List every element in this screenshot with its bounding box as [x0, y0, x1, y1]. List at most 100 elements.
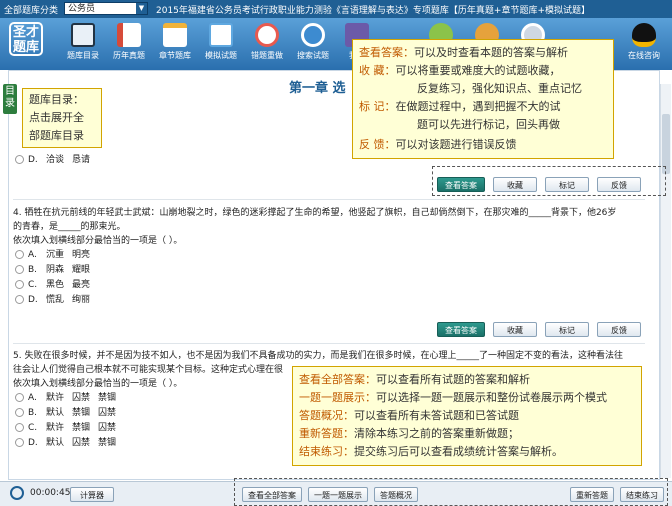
toolbar-consult-label: 在线咨询	[628, 51, 660, 60]
toolbar-search-button[interactable]: 搜索试题	[290, 21, 336, 67]
toolbar-past-exams-button[interactable]: 历年真题	[106, 21, 152, 67]
option-word: 囚禁	[98, 423, 117, 433]
toolbar-wrong-redo-label: 错题重做	[251, 51, 283, 60]
timer-text: 00:00:45	[30, 488, 71, 498]
option-word: 洽谈	[46, 155, 65, 165]
option-word: 默许	[46, 393, 65, 403]
option-d[interactable]: D. 慌乱 绚丽	[13, 293, 645, 308]
toolbar-catalog-button[interactable]: 题库目录	[60, 21, 106, 67]
option-word: 囚禁	[72, 438, 91, 448]
question-actions: 查看答案 收藏 标记 反馈	[437, 322, 641, 338]
question-stem: 4. 牺牲在抗元前线的年轻武士武斌：山崩地裂之时，绿色的迷彩撑起了生命的希望，他…	[13, 208, 617, 218]
catalog-tooltip: 题库目录： 点击展开全 部题库目录	[22, 88, 102, 148]
tooltip-line: 点击展开全	[29, 111, 84, 124]
scrollbar[interactable]	[660, 84, 671, 478]
checklist-icon	[209, 23, 233, 47]
toolbar-chapter-bank-label: 章节题库	[159, 51, 191, 60]
calculator-button[interactable]: 计算器	[70, 487, 114, 502]
catalog-side-tab[interactable]: 目录	[3, 84, 17, 114]
tooltip-key: 反 馈：	[359, 138, 396, 151]
tooltip-key: 查看全部答案：	[299, 373, 376, 386]
toolbar-wrong-redo-button[interactable]: 错题重做	[244, 21, 290, 67]
option-letter: B.	[28, 408, 38, 418]
option-letter: D.	[28, 295, 38, 305]
tooltip-value: 在做题过程中，遇到把握不大的试	[395, 100, 561, 113]
option-b[interactable]: B. 阴森 耀眼	[13, 263, 645, 278]
tooltip-key: 一题一题展示：	[299, 391, 376, 404]
option-letter: D.	[28, 438, 38, 448]
question-prompt: 依次填入划横线部分最恰当的一项是（ ）。	[13, 236, 183, 246]
option-word: 阴森	[46, 265, 65, 275]
tooltip-title: 题库目录：	[29, 93, 84, 106]
option-letter: D.	[28, 155, 38, 165]
option-word: 明亮	[72, 250, 91, 260]
notepad-icon	[163, 23, 187, 47]
tooltip-key: 结束练习：	[299, 445, 354, 458]
option-word: 默认	[46, 438, 65, 448]
radio-button[interactable]	[15, 265, 24, 274]
exam-paper-icon	[117, 23, 141, 47]
option-word: 囚禁	[98, 408, 117, 418]
mark-button[interactable]: 标记	[545, 322, 589, 337]
radio-button[interactable]	[15, 295, 24, 304]
tooltip-key: 标 记：	[359, 100, 396, 113]
radio-button[interactable]	[15, 393, 24, 402]
feedback-button[interactable]: 反馈	[597, 322, 641, 337]
divider	[13, 199, 645, 200]
question-stem: 5. 失败在很多时候，并不是因为技不如人，也不是因为我们不具备成功的实力，而是我…	[13, 351, 623, 361]
favorite-button[interactable]: 收藏	[493, 322, 537, 337]
option-word: 黑色	[46, 280, 65, 290]
tooltip-value: 可以查看所有试题的答案和解析	[376, 373, 530, 386]
option-c[interactable]: C. 黑色 最亮	[13, 278, 645, 293]
bottom-highlight-frame	[234, 478, 668, 506]
tooltip-value: 可以选择一题一题展示和整份试卷展示两个模式	[376, 391, 607, 404]
penguin-icon	[632, 23, 656, 47]
toolbar-mock-test-label: 模拟试题	[205, 51, 237, 60]
option-word: 慌乱	[46, 295, 65, 305]
category-select-value: 公务员	[68, 4, 96, 14]
app-title: 2015年福建省公务员考试行政职业能力测验《言语理解与表达》专项题库【历年真题+…	[156, 6, 590, 16]
option-a[interactable]: A. 沉重 明亮	[13, 248, 645, 263]
radio-button[interactable]	[15, 438, 24, 447]
question-stem: 的青春，是_____的那束光。	[13, 222, 126, 232]
logo-text: 圣才题库	[12, 25, 39, 55]
option-word: 默许	[46, 423, 65, 433]
toolbar-catalog-label: 题库目录	[67, 51, 99, 60]
radio-button[interactable]	[15, 408, 24, 417]
toolbar-mock-test-button[interactable]: 模拟试题	[198, 21, 244, 67]
tooltip-value: 可以及时查看本题的答案与解析	[414, 46, 568, 59]
option-word: 最亮	[72, 280, 91, 290]
view-answer-button[interactable]: 查看答案	[437, 322, 485, 337]
option-letter: C.	[28, 280, 38, 290]
tooltip-key: 答题概况：	[299, 409, 354, 422]
tooltip-value: 提交练习后可以查看成绩统计答案与解析。	[354, 445, 563, 458]
toolbar-chapter-bank-button[interactable]: 章节题库	[152, 21, 198, 67]
redo-icon	[255, 23, 279, 47]
chapter-title: 第一章 选	[289, 81, 346, 96]
chevron-down-icon[interactable]: ▼	[136, 3, 147, 14]
option-word: 禁锢	[72, 408, 91, 418]
option-letter: C.	[28, 423, 38, 433]
tooltip-value: 题可以先进行标记，回头再做	[417, 118, 560, 131]
option-word: 禁锢	[72, 423, 91, 433]
tooltip-key: 查看答案：	[359, 46, 414, 59]
option-word: 绚丽	[72, 295, 91, 305]
radio-button[interactable]	[15, 155, 24, 164]
toolbar-consult-button[interactable]: 在线咨询	[620, 21, 668, 67]
scrollbar-thumb[interactable]	[662, 114, 670, 174]
option-word: 禁锢	[98, 438, 117, 448]
radio-button[interactable]	[15, 250, 24, 259]
category-label: 全部题库分类	[4, 6, 59, 16]
top-bar: 全部题库分类 公务员 ▼ 2015年福建省公务员考试行政职业能力测验《言语理解与…	[0, 0, 672, 18]
divider	[13, 343, 645, 344]
alarm-clock-icon	[10, 486, 24, 500]
radio-button[interactable]	[15, 423, 24, 432]
category-select[interactable]: 公务员 ▼	[64, 2, 148, 15]
tooltip-value: 可以将重要或难度大的试题收藏，	[395, 64, 561, 77]
logo: 圣才题库	[9, 22, 43, 56]
radio-button[interactable]	[15, 280, 24, 289]
tooltip-value: 可以对该题进行错误反馈	[395, 138, 517, 151]
bottom-tooltip: 查看全部答案：可以查看所有试题的答案和解析 一题一题展示：可以选择一题一题展示和…	[292, 366, 642, 466]
option-word: 囚禁	[72, 393, 91, 403]
toolbar-past-exams-label: 历年真题	[113, 51, 145, 60]
